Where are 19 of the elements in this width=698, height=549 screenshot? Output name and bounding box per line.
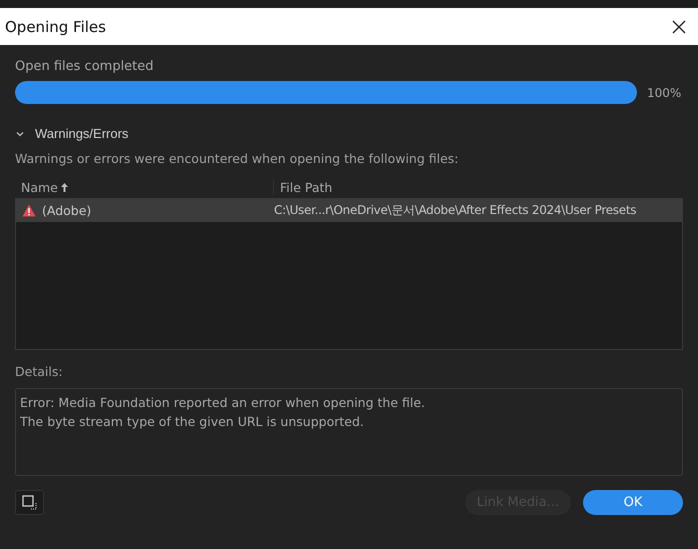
progress-label: Open files completed — [15, 59, 155, 74]
progress-reading: 100% — [647, 86, 682, 100]
ok-button[interactable]: OK — [583, 490, 683, 515]
close-icon — [672, 20, 686, 34]
sort-arrow-icon — [60, 182, 69, 192]
column-header[interactable]: Name — [15, 180, 273, 194]
table-row[interactable]: (Adobe) C:\User...r\OneDrive\문서\Adobe\After Effects 2024\User Presets — [16, 199, 682, 222]
path-cell-text: C:\User...r\OneDrive\문서\Adobe\After Effects 2024\User Presets — [274, 202, 638, 219]
details-label: Details: — [15, 364, 64, 379]
details-text: The byte stream type of the given URL is unsupported. — [20, 413, 365, 431]
description: Warnings or errors were encountered when opening the following files: — [15, 151, 460, 166]
resize-button[interactable] — [15, 490, 44, 515]
name-cell: (Adobe) — [16, 203, 274, 218]
window-title: Opening Files — [5, 18, 106, 36]
warning-icon — [22, 204, 36, 217]
section-toggle[interactable]: Warnings/Errors — [15, 126, 128, 141]
column-header[interactable]: File Path — [273, 180, 683, 194]
details-text: Error: Media Foundation reported an error when opening the file. — [20, 394, 426, 412]
square-icon — [22, 494, 38, 510]
